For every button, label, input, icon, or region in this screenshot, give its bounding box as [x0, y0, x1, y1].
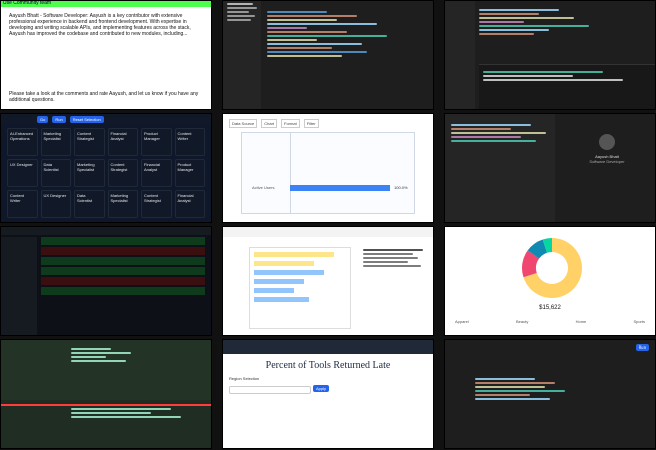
file-list[interactable] [1, 237, 37, 335]
card-grid-toolbar: Go Run Reset Selection [1, 114, 211, 124]
file-explorer[interactable] [223, 1, 261, 109]
reset-selection-button[interactable]: Reset Selection [69, 115, 104, 123]
run-button[interactable]: Run [635, 344, 649, 351]
grid-card[interactable]: Financial Analyst [174, 190, 205, 218]
grid-card[interactable]: Product Manager [174, 159, 205, 187]
top-nav [223, 340, 433, 354]
profile-panel-tile: Aayush Bhatt Software Developer [444, 113, 656, 223]
grid-card-title: Content Strategist [144, 193, 161, 203]
grid-card[interactable]: Content Strategist [107, 159, 138, 187]
grid-card[interactable]: Financial Analyst [107, 128, 138, 156]
tab-filter[interactable]: Filter [303, 118, 319, 128]
grid-card-title: Financial Analyst [177, 193, 194, 203]
code-area[interactable] [479, 7, 639, 37]
grid-card-title: Marketing Specialist [77, 162, 95, 172]
grid-card[interactable]: UX Designer [7, 159, 38, 187]
document-paragraph: Aayush Bhatt - Software Developer: Aayus… [9, 13, 191, 37]
grid-card[interactable]: Content Strategist [141, 190, 172, 218]
legend-item: Beauty [515, 319, 529, 324]
terminal-panel[interactable] [479, 64, 655, 109]
avatar [599, 134, 615, 150]
dark-editor-tile: Run [444, 339, 656, 449]
card-grid-tile: Go Run Reset Selection AI-Enhanced Opera… [0, 113, 212, 223]
grid-card[interactable]: Data Scientist [40, 159, 71, 187]
screenshot-grid: Use Community team Aayush Bhatt - Softwa… [0, 0, 656, 450]
grid-card[interactable]: UX Designer [40, 190, 71, 218]
grid-card-title: UX Designer [10, 162, 33, 167]
grid-card[interactable]: Content Writer [174, 128, 205, 156]
lower-pane [1, 400, 211, 448]
donut-chart [522, 238, 582, 298]
apply-button[interactable]: Apply [313, 385, 330, 392]
bar-category: Active Users [252, 185, 275, 190]
grid-card[interactable]: Data Scientist [74, 190, 105, 218]
grid-card-title: Marketing Specialist [110, 193, 129, 203]
total-value: $15,622 [539, 305, 561, 311]
grid-card[interactable]: Product Manager [141, 128, 172, 156]
grid-card-title: Content Writer [177, 131, 192, 141]
grid-card[interactable]: Marketing Specialist [40, 128, 71, 156]
grid-card-title: Product Manager [144, 131, 160, 141]
grid-card-title: Financial Analyst [144, 162, 161, 172]
grid-card[interactable]: Financial Analyst [141, 159, 172, 187]
grid-card-title: AI-Enhanced Operations [10, 131, 34, 141]
donut-dashboard-tile: $15,622 Apparel Beauty Home Sports [444, 226, 656, 336]
grid-card-title: Financial Analyst [110, 131, 127, 141]
user-subtitle: Software Developer [589, 159, 625, 164]
grid-card-title: Product Manager [177, 162, 194, 172]
green-editor-tile [0, 339, 212, 449]
bar-label: 100.0% [394, 185, 408, 190]
tools-dashboard-tile: Percent of Tools Returned Late Region Se… [222, 339, 434, 449]
code-area [71, 346, 171, 364]
grid-card[interactable]: Content Strategist [74, 128, 105, 156]
bar-active-users [290, 185, 390, 191]
grid-card-title: Data Scientist [77, 193, 93, 203]
tab-data-source[interactable]: Data Source [229, 118, 258, 128]
donut-legend: Apparel Beauty Home Sports [455, 319, 645, 324]
grid-card[interactable]: Marketing Specialist [74, 159, 105, 187]
grid-card-title: Content Strategist [110, 162, 128, 172]
code-area [445, 114, 555, 222]
grid-card[interactable]: Content Writer [7, 190, 38, 218]
legend-item: Home [575, 319, 587, 324]
grid-card[interactable]: AI-Enhanced Operations [7, 128, 38, 156]
code-area[interactable] [267, 9, 417, 59]
region-select[interactable] [229, 386, 311, 394]
comments-panel [363, 247, 427, 329]
card-grid: AI-Enhanced Operations Marketing Speciali… [7, 128, 205, 218]
chart-area: 100.0% Active Users [241, 132, 415, 214]
diff-tile [0, 226, 212, 336]
dashboard-title: Percent of Tools Returned Late [265, 360, 391, 371]
code-area [475, 376, 635, 402]
grid-card-title: Data Scientist [43, 162, 59, 172]
chart-editor-tile: Data Source Chart Format Filter 100.0% A… [222, 113, 434, 223]
grid-card-title: Content Strategist [77, 131, 94, 141]
grid-card[interactable]: Marketing Specialist [107, 190, 138, 218]
run-button[interactable]: Run [52, 115, 66, 123]
code-editor-terminal-tile [444, 0, 656, 110]
filter-label: Region Selection [229, 376, 260, 381]
tab-format[interactable]: Format [281, 118, 300, 128]
chart-tabs: Data Source Chart Format Filter [229, 118, 427, 128]
tab-chart[interactable]: Chart [261, 118, 278, 128]
legend-item: Apparel [455, 319, 469, 324]
legend-item: Sports [633, 319, 645, 324]
embedded-chart [249, 247, 351, 329]
profile-card: Aayush Bhatt Software Developer [563, 134, 651, 164]
grid-card-title: Marketing Specialist [43, 131, 62, 141]
code-editor-tile [222, 0, 434, 110]
document-tile: Use Community team Aayush Bhatt - Softwa… [0, 0, 212, 110]
go-button[interactable]: Go [37, 115, 49, 123]
diff-view [41, 237, 205, 329]
document-paragraph-2: Please take a look at the comments and r… [9, 91, 199, 103]
document-tag: Use Community team [3, 0, 52, 6]
doc-chart-tile [222, 226, 434, 336]
grid-card-title: Content Writer [10, 193, 25, 203]
grid-card-title: UX Designer [43, 193, 67, 198]
